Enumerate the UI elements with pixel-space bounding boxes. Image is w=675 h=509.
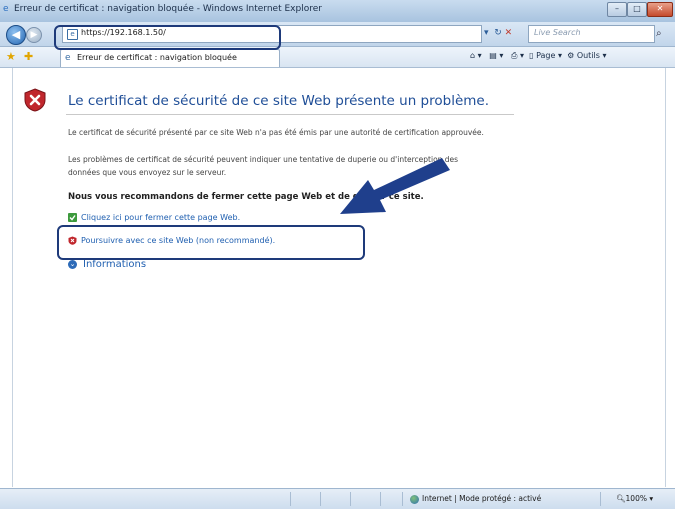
zoom-control[interactable]: 🔍︎100% ▾ <box>616 494 653 503</box>
continue-link-callout <box>57 225 365 260</box>
security-shield-icon <box>24 88 46 112</box>
address-callout <box>54 25 281 50</box>
search-icon[interactable]: ⌕ <box>656 28 662 39</box>
home-icon[interactable]: ⌂ ▾ <box>470 51 482 60</box>
page-menu-label: Page <box>536 51 556 60</box>
search-input[interactable]: Live Search <box>528 25 655 43</box>
tab-label: Erreur de certificat : navigation bloqué… <box>77 53 237 62</box>
tools-menu[interactable]: ⚙ Outils ▾ <box>567 51 606 60</box>
more-information-link[interactable]: ⌄ Informations <box>68 259 146 270</box>
back-button[interactable]: ◀ <box>6 25 26 45</box>
address-controls[interactable]: ▾ ↻ ✕ <box>484 28 512 38</box>
minimize-button[interactable]: – <box>607 2 627 17</box>
refresh-icon[interactable]: ↻ <box>494 28 502 38</box>
favorites-star-icon[interactable]: ★ <box>6 50 16 63</box>
search-placeholder: Live Search <box>534 28 581 37</box>
feeds-icon[interactable]: ▤ ▾ <box>489 51 503 60</box>
close-window-button[interactable]: ✕ <box>647 2 673 17</box>
globe-icon <box>410 494 419 504</box>
more-information-label: Informations <box>83 259 147 270</box>
divider <box>66 114 514 115</box>
status-bar: Internet | Mode protégé : activé 🔍︎100% … <box>0 488 675 509</box>
tools-menu-label: Outils <box>576 51 600 60</box>
window-title: Erreur de certificat : navigation bloqué… <box>14 4 322 14</box>
page-title: Le certificat de sécurité de ce site Web… <box>68 93 490 109</box>
print-icon[interactable]: ⎙ ▾ <box>511 51 524 60</box>
security-zone[interactable]: Internet | Mode protégé : activé <box>410 494 541 504</box>
tab-toolbar: ★ ✚ e Erreur de certificat : navigation … <box>0 47 675 68</box>
command-bar: ⌂ ▾ ▤ ▾ ⎙ ▾ ▯ Page ▾ ⚙ Outils ▾ <box>470 51 607 61</box>
certificate-description: Le certificat de sécurité présenté par c… <box>68 128 484 137</box>
pointer-arrow-icon <box>340 158 450 214</box>
maximize-button[interactable]: □ <box>627 2 647 17</box>
tab-certificate-error[interactable]: e Erreur de certificat : navigation bloq… <box>60 49 280 67</box>
zoom-icon: 🔍︎ <box>616 494 626 503</box>
tab-page-icon: e <box>65 53 71 63</box>
ie-logo-icon: e <box>3 4 9 14</box>
green-check-icon <box>68 213 77 222</box>
close-page-label: Cliquez ici pour fermer cette page Web. <box>81 213 241 222</box>
security-zone-label: Internet | Mode protégé : activé <box>422 494 542 503</box>
close-page-link[interactable]: Cliquez ici pour fermer cette page Web. <box>68 213 240 222</box>
zoom-value: 100% <box>625 494 647 503</box>
stop-icon[interactable]: ✕ <box>505 28 513 38</box>
title-bar: e Erreur de certificat : navigation bloq… <box>0 0 675 23</box>
forward-button[interactable]: ▶ <box>26 27 42 43</box>
add-favorites-icon[interactable]: ✚ <box>24 50 33 63</box>
expand-icon: ⌄ <box>68 259 77 269</box>
page-menu[interactable]: ▯ Page ▾ <box>529 51 562 60</box>
warning-text-line2: données que vous envoyez sur le serveur. <box>68 168 227 177</box>
